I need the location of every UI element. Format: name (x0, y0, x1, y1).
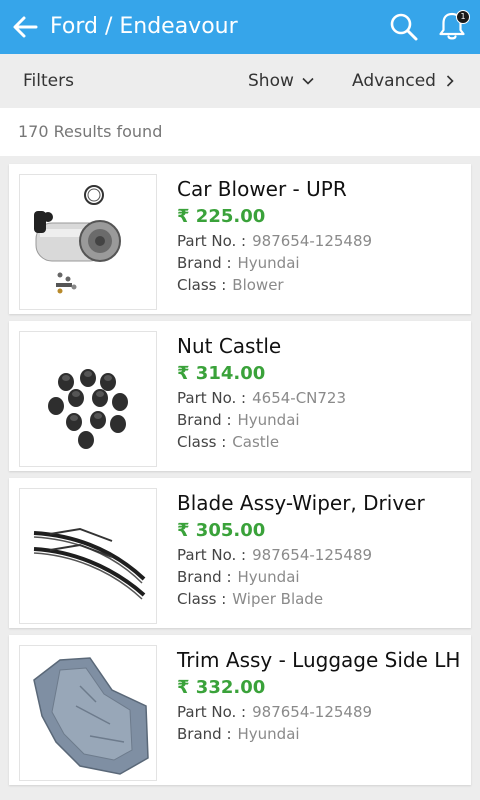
brand-label: Brand : (177, 254, 232, 272)
product-name: Trim Assy - Luggage Side LH (177, 648, 461, 672)
class-label: Class : (177, 433, 227, 451)
chevron-down-icon (302, 77, 314, 85)
part-number-label: Part No. : (177, 389, 247, 407)
product-name: Blade Assy-Wiper, Driver (177, 491, 425, 515)
class-row: Class : Blower (177, 274, 463, 296)
notification-badge: 1 (456, 10, 470, 24)
product-card[interactable]: Blade Assy-Wiper, Driver ₹ 305.00 Part N… (9, 478, 471, 628)
part-number-value: 4654-CN723 (252, 389, 347, 407)
brand-row: Brand : Hyundai (177, 409, 463, 431)
product-card[interactable]: Trim Assy - Luggage Side LH ₹ 332.00 Par… (9, 635, 471, 785)
product-image-wiper-blades (19, 488, 157, 624)
advanced-button[interactable]: Advanced (352, 70, 454, 92)
part-number-value: 987654-125489 (252, 703, 373, 721)
class-label: Class : (177, 590, 227, 608)
product-image-luggage-trim (19, 645, 157, 781)
product-price: ₹ 225.00 (177, 206, 266, 227)
brand-row: Brand : Hyundai (177, 566, 463, 588)
part-number-row: Part No. : 987654-125489 (177, 230, 463, 252)
brand-label: Brand : (177, 725, 232, 743)
product-info: Blade Assy-Wiper, Driver ₹ 305.00 Part N… (177, 490, 463, 610)
back-arrow-icon[interactable] (10, 12, 40, 42)
class-value: Wiper Blade (232, 590, 324, 608)
brand-row: Brand : Hyundai (177, 723, 463, 745)
advanced-label: Advanced (352, 71, 436, 91)
product-price: ₹ 314.00 (177, 363, 266, 384)
brand-value: Hyundai (237, 568, 300, 586)
brand-row: Brand : Hyundai (177, 252, 463, 274)
filter-toolbar: Filters Show Advanced (0, 54, 480, 108)
class-label: Class : (177, 276, 227, 294)
product-info: Trim Assy - Luggage Side LH ₹ 332.00 Par… (177, 647, 463, 745)
product-list: Car Blower - UPR ₹ 225.00 Part No. : 9876… (0, 156, 480, 800)
product-info: Car Blower - UPR ₹ 225.00 Part No. : 9876… (177, 176, 463, 296)
class-row: Class : Wiper Blade (177, 588, 463, 610)
part-number-row: Part No. : 987654-125489 (177, 701, 463, 723)
product-image-bushings (19, 331, 157, 467)
part-number-label: Part No. : (177, 703, 247, 721)
chevron-right-icon (446, 75, 454, 87)
brand-value: Hyundai (237, 254, 300, 272)
brand-value: Hyundai (237, 725, 300, 743)
search-icon[interactable] (388, 11, 420, 43)
app-bar: Ford / Endeavour 1 (0, 0, 480, 54)
class-row: Class : Castle (177, 431, 463, 453)
show-label: Show (248, 71, 294, 91)
part-number-value: 987654-125489 (252, 232, 373, 250)
product-name: Car Blower - UPR (177, 177, 347, 201)
brand-label: Brand : (177, 568, 232, 586)
class-value: Blower (232, 276, 284, 294)
brand-value: Hyundai (237, 411, 300, 429)
product-info: Nut Castle ₹ 314.00 Part No. : 4654-CN723… (177, 333, 463, 453)
product-image-air-suspension (19, 174, 157, 310)
brand-label: Brand : (177, 411, 232, 429)
part-number-row: Part No. : 4654-CN723 (177, 387, 463, 409)
page-title: Ford / Endeavour (50, 14, 238, 39)
part-number-value: 987654-125489 (252, 546, 373, 564)
product-price: ₹ 305.00 (177, 520, 266, 541)
part-number-label: Part No. : (177, 546, 247, 564)
product-price: ₹ 332.00 (177, 677, 266, 698)
class-value: Castle (232, 433, 280, 451)
filters-button[interactable]: Filters (23, 70, 74, 92)
part-number-label: Part No. : (177, 232, 247, 250)
product-name: Nut Castle (177, 334, 282, 358)
results-count: 170 Results found (18, 122, 163, 141)
show-dropdown[interactable]: Show (248, 70, 314, 92)
part-number-row: Part No. : 987654-125489 (177, 544, 463, 566)
product-card[interactable]: Car Blower - UPR ₹ 225.00 Part No. : 9876… (9, 164, 471, 314)
product-card[interactable]: Nut Castle ₹ 314.00 Part No. : 4654-CN723… (9, 321, 471, 471)
results-header: 170 Results found (0, 108, 480, 156)
